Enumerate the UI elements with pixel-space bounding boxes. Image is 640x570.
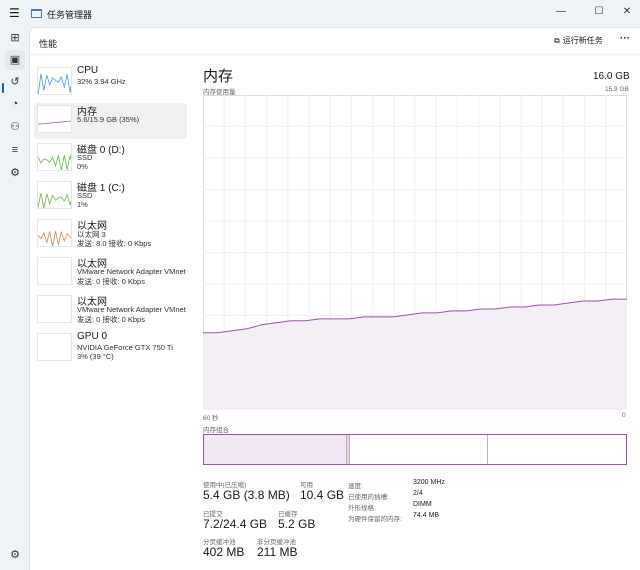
services-icon[interactable]: ⚙ (5, 163, 25, 183)
processes-icon[interactable]: ⊞ (5, 28, 25, 48)
cached-value: 5.2 GB (278, 517, 316, 531)
detail-title: 内存 (203, 68, 234, 85)
memory-usage-chart (203, 95, 627, 410)
composition-label: 内存组合 (203, 427, 229, 434)
resource-detail: SSD (77, 191, 93, 200)
resource-thumbnail-graph (37, 181, 72, 209)
resource-detail-2: 发送: 8.0 接收: 0 Kbps (77, 239, 152, 248)
window-title: 任务管理器 (47, 10, 93, 20)
resource-item[interactable]: 以太网 以太网 3 发送: 8.0 接收: 0 Kbps (34, 217, 187, 253)
resource-item[interactable]: 以太网 VMware Network Adapter VMnet 发送: 0 接收:… (34, 293, 187, 329)
resource-detail: NVIDIA GeForce GTX 750 Ti (77, 343, 173, 352)
resource-thumbnail-graph (37, 143, 72, 171)
spec-label: 速度: (348, 483, 363, 490)
resource-detail-2: 3% (39 °C) (77, 352, 114, 361)
resource-detail-2: 发送: 0 接收: 0 Kbps (77, 277, 145, 286)
total-memory: 16.0 GB (593, 71, 630, 82)
resource-item[interactable]: 磁盘 0 (D:) SSD 0% (34, 141, 187, 177)
resource-detail: SSD (77, 153, 93, 162)
x-axis-right: 0 (622, 412, 626, 419)
run-new-task-label: 运行新任务 (562, 36, 603, 45)
spec-label: 外形规格: (348, 505, 376, 512)
details-icon[interactable]: ≡ (5, 140, 25, 160)
usage-max: 15.9 GB (605, 86, 629, 93)
resource-thumbnail-graph (37, 295, 72, 323)
resource-thumbnail-graph (37, 333, 72, 361)
active-indicator (2, 83, 4, 93)
spec-value: DIMM (413, 501, 432, 508)
resource-item[interactable]: CPU 32% 3.94 GHz (34, 65, 187, 101)
resource-thumbnail-graph (37, 105, 72, 133)
resource-thumbnail-graph (37, 67, 72, 95)
resource-item[interactable]: 内存 5.6/15.9 GB (35%) (34, 103, 187, 139)
run-new-task-button[interactable]: ⧉ 运行新任务 (554, 35, 603, 46)
resource-detail: VMware Network Adapter VMnet (77, 305, 186, 314)
composition-standby[interactable] (349, 435, 488, 464)
paged-pool-value: 402 MB (203, 545, 245, 559)
title-bar: ☰ 任务管理器 — ☐ ✕ (0, 0, 640, 28)
spec-value: 3200 MHz (413, 479, 445, 486)
resource-detail: 32% 3.94 GHz (77, 77, 126, 86)
composition-in-use[interactable] (204, 435, 348, 464)
x-axis-left: 60 秒 (203, 415, 219, 422)
page-title: 性能 (39, 39, 58, 49)
in-use-value: 5.4 GB (3.8 MB) (203, 488, 290, 502)
users-icon[interactable]: ⚇ (5, 117, 25, 137)
resource-thumbnail-graph (37, 257, 72, 285)
app-history-icon[interactable]: ↺ (5, 72, 25, 92)
settings-icon[interactable]: ⚙ (5, 545, 25, 565)
spec-value: 74.4 MB (413, 512, 440, 519)
available-value: 10.4 GB (300, 488, 345, 502)
composition-free[interactable] (487, 435, 626, 464)
close-button[interactable]: ✕ (614, 2, 640, 22)
resource-thumbnail-graph (37, 219, 72, 247)
content-panel: 性能 ⧉ 运行新任务 ··· CPU 32% 3.94 GHz 内存 5.6/15.9 … (29, 27, 640, 570)
resource-item[interactable]: 磁盘 1 (C:) SSD 1% (34, 179, 187, 215)
resource-name: CPU (77, 65, 99, 76)
resource-detail-2: 1% (77, 200, 88, 209)
nav-rail: ⊞ ▣ ↺ ◔ ⚇ ≡ ⚙ ⚙ (0, 28, 30, 570)
resource-item[interactable]: 以太网 VMware Network Adapter VMnet 发送: 0 接收:… (34, 255, 187, 291)
resource-detail-2: 0% (77, 162, 88, 171)
startup-apps-icon[interactable]: ◔ (5, 94, 25, 114)
committed-value: 7.2/24.4 GB (203, 517, 268, 531)
run-task-icon: ⧉ (554, 35, 560, 45)
more-options-button[interactable]: ··· (620, 33, 630, 44)
resource-detail-2: 发送: 0 接收: 0 Kbps (77, 315, 145, 324)
page-header: 性能 ⧉ 运行新任务 ··· (30, 28, 640, 55)
resource-detail: VMware Network Adapter VMnet (77, 267, 186, 276)
resource-detail: 5.6/15.9 GB (35%) (77, 115, 140, 124)
spec-label: 为硬件保留的内存: (348, 516, 402, 523)
memory-composition-bar (203, 434, 627, 465)
minimize-button[interactable]: — (548, 2, 574, 22)
maximize-button[interactable]: ☐ (586, 2, 612, 22)
app-icon (31, 9, 42, 18)
performance-icon[interactable]: ▣ (5, 50, 25, 70)
resource-item[interactable]: GPU 0 NVIDIA GeForce GTX 750 Ti 3% (39 °C) (34, 331, 187, 367)
resource-name: GPU 0 (77, 331, 108, 342)
nonpaged-pool-value: 211 MB (257, 545, 298, 559)
spec-label: 已使用的插槽: (348, 494, 389, 501)
spec-value: 2/4 (413, 490, 423, 497)
hamburger-menu-icon[interactable]: ☰ (9, 6, 20, 20)
